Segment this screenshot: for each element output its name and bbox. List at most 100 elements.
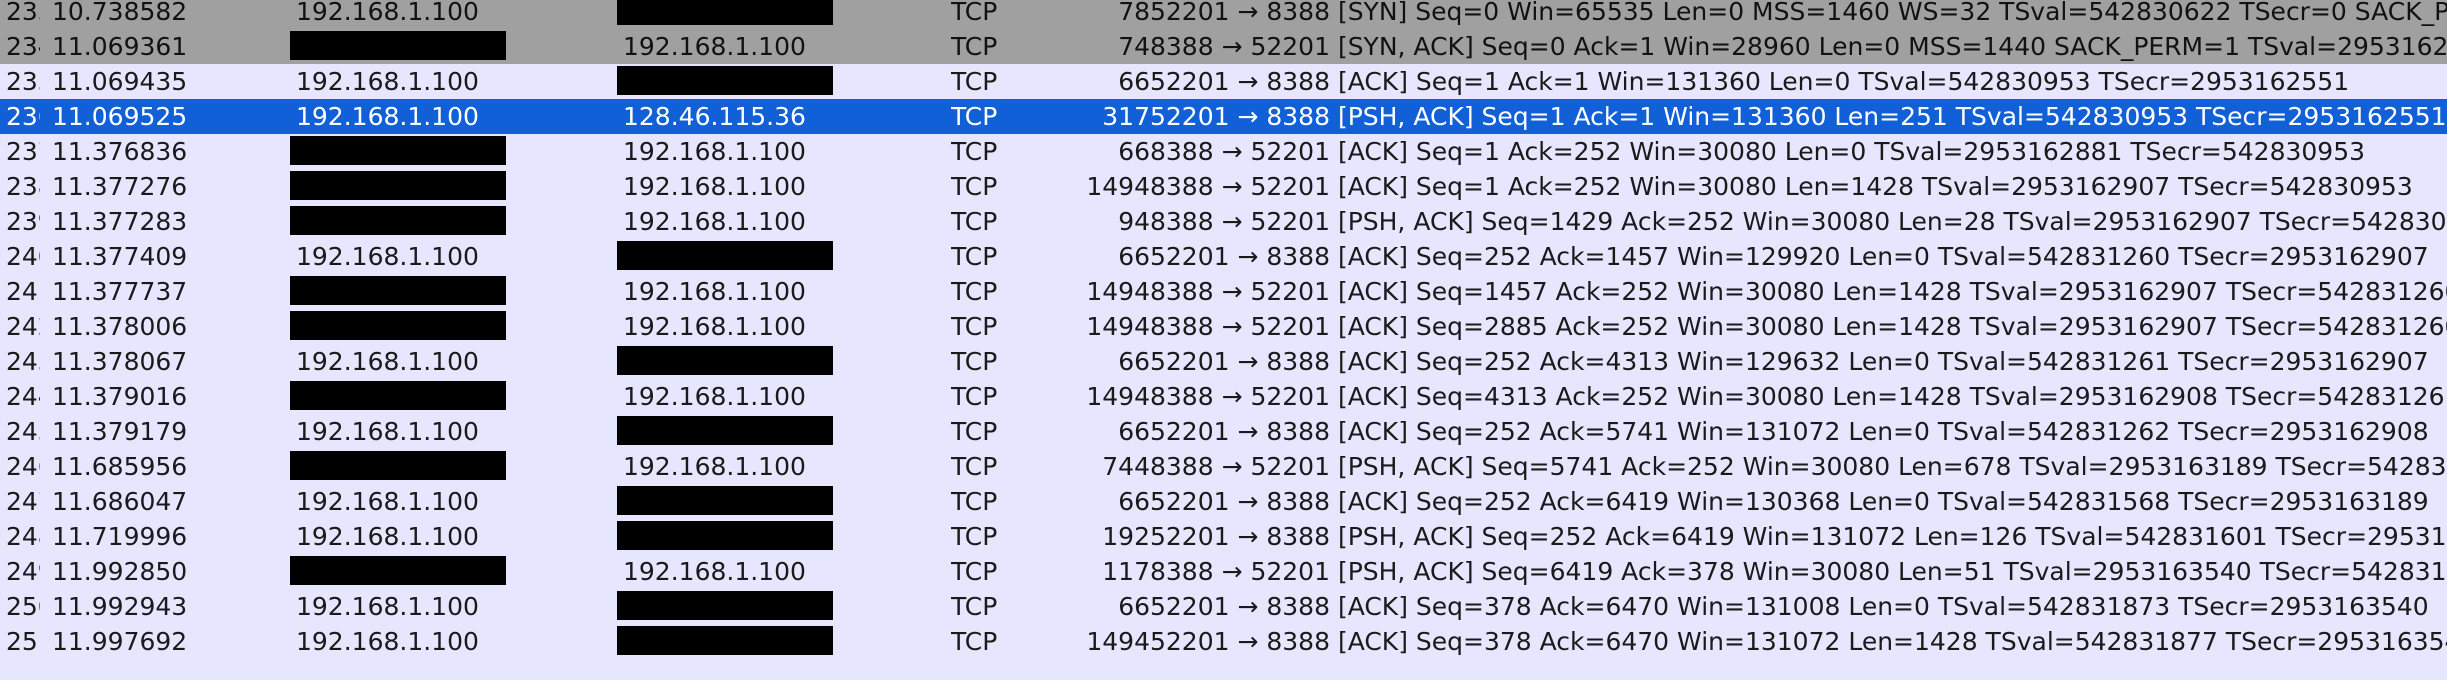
packet-length: 744: [1102, 452, 1150, 481]
packet-length: 66: [1118, 67, 1150, 96]
packet-number: 245: [6, 417, 40, 446]
packet-time: 11.376836: [52, 137, 188, 166]
packet-row[interactable]: 240 11.377409 192.168.1.100 TCP 66 52201…: [0, 239, 2447, 274]
packet-row[interactable]: 246 11.685956 192.168.1.100 TCP 744 8388…: [0, 449, 2447, 484]
packet-protocol: TCP: [951, 627, 998, 656]
packet-protocol: TCP: [951, 557, 998, 586]
packet-destination: 192.168.1.100: [623, 277, 806, 306]
packet-length: 1494: [1086, 627, 1150, 656]
packet-time: 11.992943: [52, 592, 188, 621]
packet-destination: 192.168.1.100: [623, 382, 806, 411]
packet-destination: 128.46.115.36: [623, 102, 806, 131]
packet-time: 11.377276: [52, 172, 188, 201]
redacted-destination: [617, 591, 833, 620]
packet-info: 8388 → 52201 [PSH, ACK] Seq=6419 Ack=378…: [1150, 557, 2447, 586]
packet-number: 243: [6, 347, 40, 376]
packet-info: 8388 → 52201 [SYN, ACK] Seq=0 Ack=1 Win=…: [1150, 32, 2447, 61]
packet-row[interactable]: 234 11.069361 192.168.1.100 TCP 74 8388 …: [0, 29, 2447, 64]
packet-length: 78: [1118, 0, 1150, 26]
packet-protocol: TCP: [951, 207, 998, 236]
packet-number: 240: [6, 242, 40, 271]
packet-info: 52201 → 8388 [ACK] Seq=252 Ack=4313 Win=…: [1150, 347, 2429, 376]
packet-protocol: TCP: [951, 32, 998, 61]
packet-row[interactable]: 241 11.377737 192.168.1.100 TCP 1494 838…: [0, 274, 2447, 309]
packet-time: 11.377283: [52, 207, 188, 236]
packet-row[interactable]: 247 11.686047 192.168.1.100 TCP 66 52201…: [0, 484, 2447, 519]
packet-time: 11.069435: [52, 67, 188, 96]
packet-length: 74: [1118, 32, 1150, 61]
packet-info: 52201 → 8388 [ACK] Seq=252 Ack=6419 Win=…: [1150, 487, 2429, 516]
packet-length: 66: [1118, 242, 1150, 271]
packet-destination: 192.168.1.100: [623, 312, 806, 341]
packet-row[interactable]: 235 11.069435 192.168.1.100 TCP 66 52201…: [0, 64, 2447, 99]
packet-row[interactable]: 239 11.377283 192.168.1.100 TCP 94 8388 …: [0, 204, 2447, 239]
packet-time: 11.069361: [52, 32, 188, 61]
redacted-source: [290, 451, 506, 480]
packet-row[interactable]: 237 11.376836 192.168.1.100 TCP 66 8388 …: [0, 134, 2447, 169]
packet-number: 244: [6, 382, 40, 411]
packet-destination: 192.168.1.100: [623, 172, 806, 201]
packet-number: 247: [6, 487, 40, 516]
packet-source: 192.168.1.100: [296, 102, 479, 131]
packet-protocol: TCP: [951, 277, 998, 306]
packet-row[interactable]: 244 11.379016 192.168.1.100 TCP 1494 838…: [0, 379, 2447, 414]
packet-length: 117: [1102, 557, 1150, 586]
packet-list: 233 10.738582 192.168.1.100 TCP 78 52201…: [0, 0, 2447, 680]
packet-number: 250: [6, 592, 40, 621]
packet-row[interactable]: 250 11.992943 192.168.1.100 TCP 66 52201…: [0, 589, 2447, 624]
packet-row[interactable]: 249 11.992850 192.168.1.100 TCP 117 8388…: [0, 554, 2447, 589]
packet-info: 52201 → 8388 [PSH, ACK] Seq=252 Ack=6419…: [1150, 522, 2447, 551]
packet-row[interactable]: 242 11.378006 192.168.1.100 TCP 1494 838…: [0, 309, 2447, 344]
packet-protocol: TCP: [951, 417, 998, 446]
packet-time: 11.997692: [52, 627, 188, 656]
packet-number: 242: [6, 312, 40, 341]
packet-info: 52201 → 8388 [ACK] Seq=378 Ack=6470 Win=…: [1150, 627, 2447, 656]
redacted-destination: [617, 521, 833, 550]
packet-protocol: TCP: [951, 102, 998, 131]
packet-info: 8388 → 52201 [ACK] Seq=4313 Ack=252 Win=…: [1150, 382, 2447, 411]
packet-protocol: TCP: [951, 242, 998, 271]
packet-length: 66: [1118, 487, 1150, 516]
packet-time: 11.377737: [52, 277, 188, 306]
packet-info: 8388 → 52201 [ACK] Seq=1 Ack=252 Win=300…: [1150, 172, 2413, 201]
packet-destination: 192.168.1.100: [623, 207, 806, 236]
packet-destination: 192.168.1.100: [623, 137, 806, 166]
packet-protocol: TCP: [951, 382, 998, 411]
packet-length: 317: [1102, 102, 1150, 131]
packet-length: 94: [1118, 207, 1150, 236]
packet-time: 11.686047: [52, 487, 188, 516]
packet-source: 192.168.1.100: [296, 0, 479, 26]
packet-destination: 192.168.1.100: [623, 557, 806, 586]
packet-source: 192.168.1.100: [296, 417, 479, 446]
redacted-source: [290, 206, 506, 235]
packet-row-selected[interactable]: 236 11.069525 192.168.1.100 128.46.115.3…: [0, 99, 2447, 134]
redacted-source: [290, 276, 506, 305]
redacted-source: [290, 381, 506, 410]
packet-info: 8388 → 52201 [PSH, ACK] Seq=5741 Ack=252…: [1150, 452, 2447, 481]
packet-time: 11.378067: [52, 347, 188, 376]
packet-info: 8388 → 52201 [ACK] Seq=2885 Ack=252 Win=…: [1150, 312, 2447, 341]
packet-number: 251: [6, 627, 40, 656]
packet-source: 192.168.1.100: [296, 67, 479, 96]
packet-number: 246: [6, 452, 40, 481]
packet-number: 233: [6, 0, 40, 26]
packet-info: 52201 → 8388 [SYN] Seq=0 Win=65535 Len=0…: [1150, 0, 2447, 26]
packet-protocol: TCP: [951, 592, 998, 621]
packet-length: 1494: [1086, 172, 1150, 201]
packet-row[interactable]: 251 11.997692 192.168.1.100 TCP 1494 522…: [0, 624, 2447, 659]
packet-row[interactable]: 245 11.379179 192.168.1.100 TCP 66 52201…: [0, 414, 2447, 449]
packet-destination: 192.168.1.100: [623, 452, 806, 481]
packet-length: 66: [1118, 417, 1150, 446]
packet-number: 239: [6, 207, 40, 236]
packet-row[interactable]: 248 11.719996 192.168.1.100 TCP 192 5220…: [0, 519, 2447, 554]
packet-protocol: TCP: [951, 347, 998, 376]
packet-length: 192: [1102, 522, 1150, 551]
packet-row[interactable]: 238 11.377276 192.168.1.100 TCP 1494 838…: [0, 169, 2447, 204]
packet-row[interactable]: 233 10.738582 192.168.1.100 TCP 78 52201…: [0, 0, 2447, 29]
packet-destination: 192.168.1.100: [623, 32, 806, 61]
packet-number: 248: [6, 522, 40, 551]
packet-info: 8388 → 52201 [PSH, ACK] Seq=1429 Ack=252…: [1150, 207, 2447, 236]
packet-row[interactable]: 243 11.378067 192.168.1.100 TCP 66 52201…: [0, 344, 2447, 379]
redacted-destination: [617, 416, 833, 445]
packet-length: 1494: [1086, 277, 1150, 306]
